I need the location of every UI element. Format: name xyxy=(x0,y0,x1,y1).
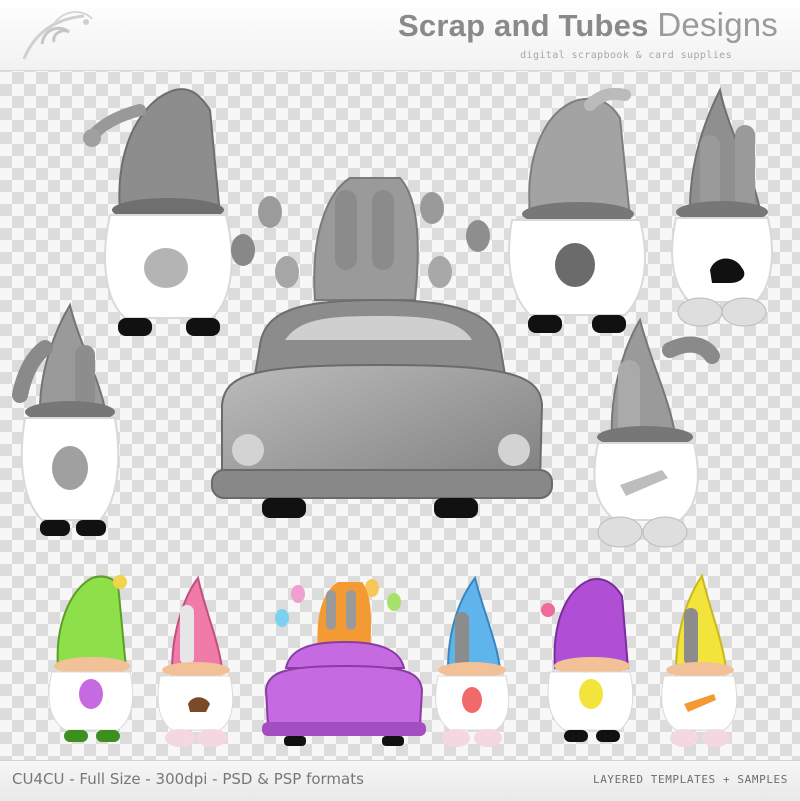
sample-pink-bunny-gnome xyxy=(157,575,234,747)
template-bunny-gnome-egg xyxy=(12,302,120,536)
swirl-logo-icon xyxy=(22,11,93,60)
sample-blue-bunny-gnome xyxy=(435,575,510,747)
sample-purple-car-gnome xyxy=(262,579,426,746)
template-gnome-flower-hat xyxy=(83,88,233,336)
brand-title-bold: Scrap and Tubes xyxy=(398,8,649,43)
footer-product-type: LAYERED TEMPLATES + SAMPLES xyxy=(592,773,788,786)
footer-format-info: CU4CU - Full Size - 300dpi - PSD & PSP f… xyxy=(12,770,364,788)
brand-title-light: Designs xyxy=(657,6,778,43)
header-banner: Scrap and Tubes Designs digital scrapboo… xyxy=(0,0,800,71)
sample-green-gnome xyxy=(48,575,134,742)
brand-title: Scrap and Tubes Designs xyxy=(398,6,778,44)
footer-bar: CU4CU - Full Size - 300dpi - PSD & PSP f… xyxy=(0,760,800,801)
sample-yellow-bunny-gnome xyxy=(661,573,738,747)
template-gnome-polka-hat xyxy=(508,87,646,333)
template-bunny-gnome-sitting xyxy=(671,86,773,327)
template-bunny-gnome-carrot xyxy=(593,317,720,548)
template-bunny-gnome-car xyxy=(211,177,553,518)
brand-tagline: digital scrapbook & card supplies xyxy=(520,50,732,61)
artwork-canvas xyxy=(12,86,773,747)
sample-purple-gnome xyxy=(541,578,634,742)
